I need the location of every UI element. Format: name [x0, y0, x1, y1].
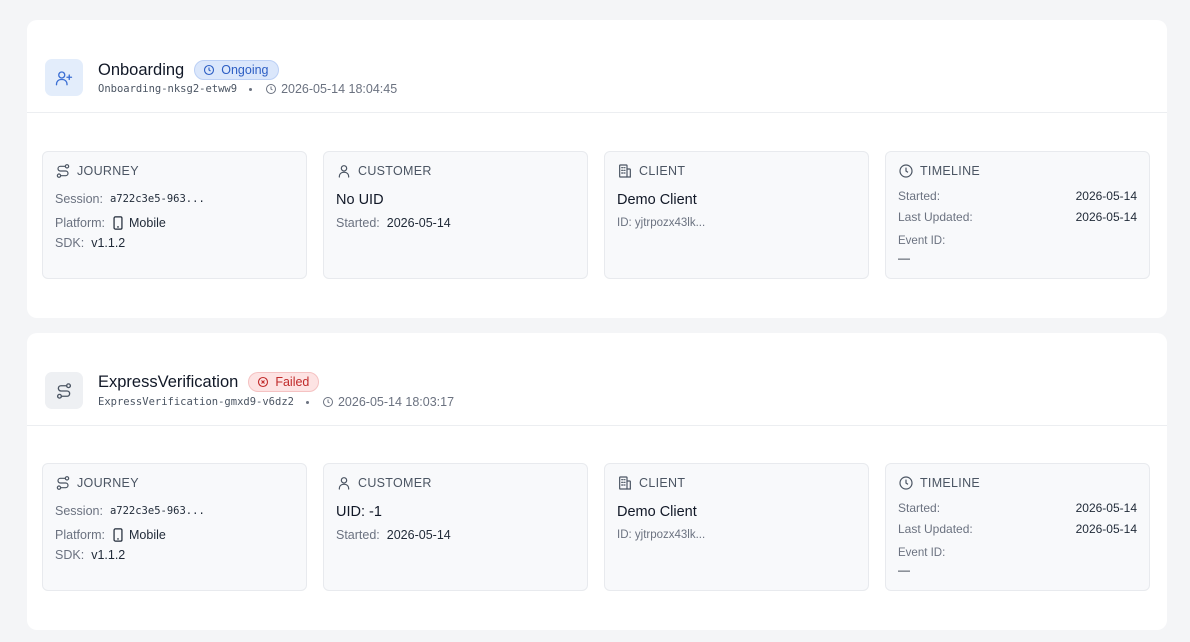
building-icon	[619, 476, 631, 490]
started-label: Started:	[336, 528, 380, 542]
sdk-label: SDK:	[55, 548, 85, 562]
status-label: Ongoing	[221, 63, 269, 77]
journey-ref: Onboarding-nksg2-etww9	[98, 83, 238, 95]
updated-label: Last Updated:	[898, 521, 973, 536]
status-label: Failed	[275, 375, 310, 389]
clock-icon	[899, 164, 913, 178]
customer-panel: CUSTOMER No UID Started: 2026-05-14	[323, 151, 588, 279]
customer-uid: UID: -1	[336, 504, 382, 520]
route-icon	[56, 164, 70, 178]
card-title: Onboarding	[98, 61, 185, 79]
separator-dot	[249, 87, 253, 91]
client-name: Demo Client	[617, 192, 697, 208]
journey-panel: JOURNEY Session: a722c3e5-963... Platform…	[42, 151, 307, 279]
updated-date: 2026-05-14	[1075, 521, 1137, 536]
building-icon	[619, 164, 631, 178]
panel-heading: CUSTOMER	[358, 476, 432, 490]
sdk-version: v1.1.2	[91, 548, 126, 562]
timeline-panel: TIMELINE Started: 2026-05-14 Last Updated…	[885, 151, 1150, 279]
event-id-value: —	[898, 563, 910, 577]
panel-heading: CLIENT	[639, 476, 686, 490]
journey-panel: JOURNEY Session: a722c3e5-963... Platform…	[42, 463, 307, 591]
clock-icon	[266, 84, 277, 94]
route-icon	[56, 476, 70, 490]
updated-date: 2026-05-14	[1075, 209, 1137, 224]
timestamp: 2026-05-14 18:04:45	[265, 82, 397, 96]
journey-card[interactable]: Onboarding Ongoing Onboarding-nksg2-etww…	[27, 20, 1167, 318]
user-icon	[338, 165, 350, 178]
smartphone-icon	[113, 528, 123, 542]
panel-heading: CLIENT	[639, 164, 686, 178]
timestamp-text: 2026-05-14 18:04:45	[281, 82, 398, 96]
smartphone-icon	[113, 216, 123, 230]
platform-value: Mobile	[129, 528, 166, 542]
user-icon	[338, 477, 350, 490]
started-date: 2026-05-14	[1075, 188, 1137, 203]
started-date: 2026-05-14	[1075, 500, 1137, 515]
updated-label: Last Updated:	[898, 209, 973, 224]
client-id: ID: yjtrpozx43lk...	[617, 529, 706, 541]
card-title: ExpressVerification	[98, 373, 239, 391]
session-label: Session:	[55, 192, 103, 206]
event-id-value: —	[898, 251, 910, 265]
started-label: Started:	[898, 188, 941, 203]
started-date: 2026-05-14	[386, 528, 451, 542]
started-label: Started:	[898, 500, 941, 515]
sdk-version: v1.1.2	[91, 236, 126, 250]
journey-ref: ExpressVerification-gmxd9-v6dz2	[98, 396, 294, 408]
clock-icon	[204, 64, 215, 76]
card-header: ExpressVerification Failed ExpressVerifi…	[27, 333, 1167, 426]
client-panel: CLIENT Demo Client ID: yjtrpozx43lk...	[604, 463, 869, 591]
separator-dot	[305, 400, 309, 404]
card-header: Onboarding Ongoing Onboarding-nksg2-etww…	[27, 20, 1167, 113]
event-id-label: Event ID:	[898, 235, 946, 247]
route-icon	[45, 372, 83, 409]
customer-uid: No UID	[336, 192, 384, 208]
panel-heading: TIMELINE	[920, 476, 981, 490]
status-badge: Failed	[248, 372, 320, 392]
client-panel: CLIENT Demo Client ID: yjtrpozx43lk...	[604, 151, 869, 279]
platform-value: Mobile	[129, 216, 166, 230]
platform-label: Platform:	[55, 216, 106, 230]
user-plus-icon	[45, 59, 83, 96]
client-id: ID: yjtrpozx43lk...	[617, 217, 706, 229]
session-id: a722c3e5-963...	[109, 505, 205, 517]
client-name: Demo Client	[617, 504, 697, 520]
session-label: Session:	[55, 504, 103, 518]
x-circle-icon	[258, 376, 269, 388]
panel-heading: JOURNEY	[77, 164, 139, 178]
session-id: a722c3e5-963...	[109, 193, 205, 205]
clock-icon	[322, 397, 333, 407]
customer-panel: CUSTOMER UID: -1 Started: 2026-05-14	[323, 463, 588, 591]
event-id-label: Event ID:	[898, 547, 946, 559]
clock-icon	[899, 476, 913, 490]
status-badge: Ongoing	[194, 60, 279, 80]
journey-card[interactable]: ExpressVerification Failed ExpressVerifi…	[27, 333, 1167, 630]
platform-label: Platform:	[55, 528, 106, 542]
panel-heading: JOURNEY	[77, 476, 139, 490]
sdk-label: SDK:	[55, 236, 85, 250]
timestamp-text: 2026-05-14 18:03:17	[337, 395, 455, 409]
timeline-panel: TIMELINE Started: 2026-05-14 Last Updated…	[885, 463, 1150, 591]
started-date: 2026-05-14	[386, 216, 451, 230]
started-label: Started:	[336, 216, 380, 230]
panel-heading: TIMELINE	[920, 164, 981, 178]
timestamp: 2026-05-14 18:03:17	[322, 395, 454, 409]
panel-heading: CUSTOMER	[358, 164, 432, 178]
